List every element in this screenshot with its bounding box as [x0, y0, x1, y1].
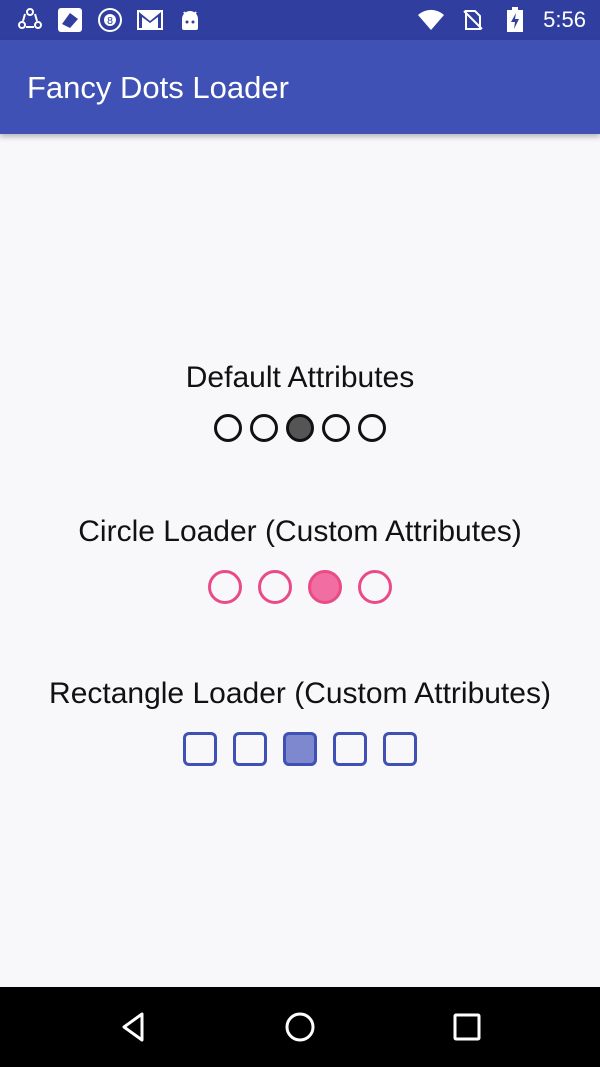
rectangle-loader-label: Rectangle Loader (Custom Attributes) [49, 677, 551, 710]
default-attributes-label: Default Attributes [185, 361, 415, 394]
status-time: 5:56 [543, 7, 586, 32]
circle-dots-loader [0, 570, 600, 604]
home-button[interactable] [280, 1007, 320, 1047]
app-bar: Fancy Dots Loader [0, 40, 600, 134]
loader-dot [208, 570, 242, 604]
back-icon [122, 1012, 144, 1042]
loader-square-active [283, 732, 317, 766]
loader-dot-active [308, 570, 342, 604]
loader-square [183, 732, 217, 766]
svg-text:8: 8 [107, 16, 113, 27]
default-dots-loader [0, 414, 600, 442]
loader-square [233, 732, 267, 766]
eight-ball-icon: 8 [96, 6, 124, 34]
loader-dot [250, 414, 278, 442]
loader-dot-active [286, 414, 314, 442]
notification-icons: 8 [16, 6, 204, 34]
home-icon [285, 1012, 315, 1042]
loader-dot [358, 570, 392, 604]
rectangle-dots-loader [0, 732, 600, 766]
loader-dot [214, 414, 242, 442]
back-button[interactable] [114, 1007, 154, 1047]
loader-dot [258, 570, 292, 604]
recents-button[interactable] [447, 1007, 487, 1047]
recents-icon [453, 1013, 481, 1041]
system-icons: 5:56 [417, 6, 586, 34]
loader-square [383, 732, 417, 766]
circle-loader-label: Circle Loader (Custom Attributes) [78, 515, 522, 548]
battery-charging-icon [501, 6, 529, 34]
gmail-icon [136, 6, 164, 34]
loader-dot [358, 414, 386, 442]
no-sim-icon [459, 6, 487, 34]
android-icon [176, 6, 204, 34]
status-bar: 8 5:56 [0, 0, 600, 40]
wifi-icon [417, 6, 445, 34]
navigation-bar [0, 987, 600, 1067]
loader-dot [322, 414, 350, 442]
app-title: Fancy Dots Loader [27, 70, 289, 105]
sync-icon [16, 6, 44, 34]
app-icon [56, 6, 84, 34]
loader-square [333, 732, 367, 766]
